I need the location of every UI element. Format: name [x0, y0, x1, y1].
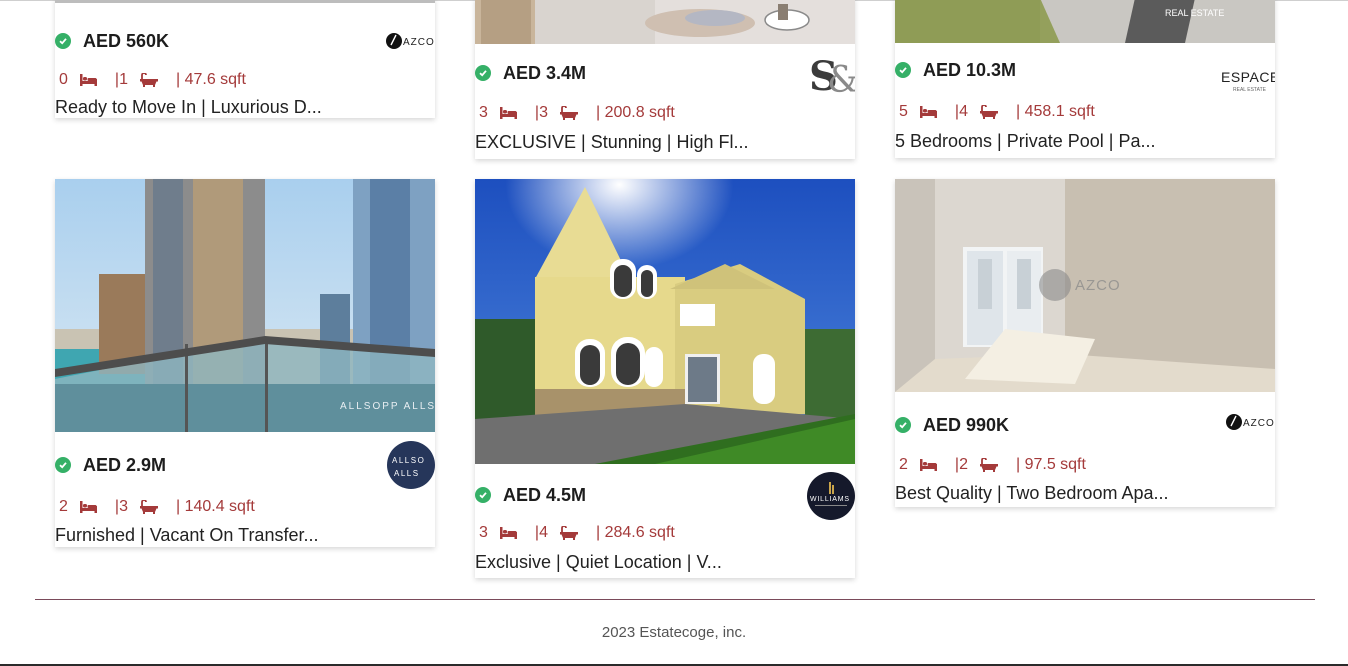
- listing-card[interactable]: AED 4.5M WILLIAMS 3 |4 | 284.6 sqft Excl…: [475, 179, 855, 578]
- grid-icon: [1106, 458, 1120, 472]
- footer-divider: [35, 599, 1315, 600]
- listing-card[interactable]: ALLSOPP ALLSOPP AED 2.9M ALLSO ALLS 2 |3: [55, 179, 435, 547]
- verified-icon: [55, 457, 71, 473]
- area-size: | 284.6 sqft: [595, 524, 675, 541]
- listing-price: AED 560K: [83, 30, 170, 51]
- listing-card[interactable]: AED 3.4M S & 3 |3 | 200.8 sqft EXCLUSIVE…: [475, 0, 855, 159]
- listing-title[interactable]: Best Quality | Two Bedroom Apa...: [895, 483, 1168, 504]
- bathtub-icon: [139, 73, 158, 87]
- listing-card[interactable]: REAL ESTATE AED 10.3M ESPACE REAL ESTATE…: [895, 0, 1275, 158]
- listing-price: AED 2.9M: [83, 454, 167, 475]
- bathtub-icon: [139, 500, 158, 514]
- grid-icon: [695, 526, 709, 540]
- baths-count: |2: [954, 456, 968, 473]
- verified-icon: [475, 487, 491, 503]
- beds-count: 0: [59, 71, 68, 88]
- listing-photo[interactable]: AZCO: [895, 179, 1275, 392]
- beds-count: 5: [899, 103, 908, 120]
- listing-stats: 5 |4 | 458.1 sqft: [895, 101, 1147, 123]
- bed-icon: [79, 74, 97, 86]
- verified-icon: [895, 62, 911, 78]
- bed-icon: [919, 106, 937, 118]
- bed-icon: [79, 501, 97, 513]
- listing-price: AED 10.3M: [923, 59, 1017, 80]
- listing-card[interactable]: AZCO AED 990K AZCO 2 |2 | 97.5 sqft Best…: [895, 179, 1275, 507]
- baths-count: |3: [534, 104, 548, 121]
- footer-copyright: 2023 Estatecoge, inc.: [601, 624, 747, 641]
- agency-logo-text: WILLIAMS: [810, 496, 850, 503]
- listing-stats: 0 |1 | 47.6 sqft: [55, 69, 298, 91]
- svg-text:ALLSO: ALLSO: [392, 456, 425, 465]
- verified-icon: [895, 417, 911, 433]
- area-size: | 97.5 sqft: [1015, 456, 1086, 473]
- baths-count: |4: [534, 524, 548, 541]
- area-size: | 458.1 sqft: [1015, 103, 1095, 120]
- agency-logo[interactable]: ESPACE REAL ESTATE: [1219, 57, 1275, 105]
- agency-logo[interactable]: ALLSO ALLS: [387, 441, 435, 489]
- area-size: | 140.4 sqft: [175, 498, 255, 515]
- photo-watermark: ALLSOPP ALLSOPP: [340, 401, 435, 412]
- agency-logo-text: AZCO: [1243, 418, 1275, 429]
- agency-logo[interactable]: AZCO: [385, 17, 435, 65]
- verified-icon: [55, 33, 71, 49]
- bathtub-icon: [979, 105, 998, 119]
- listing-photo[interactable]: [475, 0, 855, 44]
- listing-price: AED 990K: [923, 414, 1010, 435]
- beds-count: 2: [899, 456, 908, 473]
- beds-count: 3: [479, 524, 488, 541]
- bed-icon: [499, 107, 517, 119]
- photo-watermark-text: REAL ESTATE: [1165, 8, 1224, 18]
- baths-count: |1: [114, 71, 128, 88]
- listing-photo[interactable]: REAL ESTATE: [895, 0, 1275, 43]
- svg-text:ALLS: ALLS: [394, 469, 420, 478]
- listing-stats: 3 |3 | 200.8 sqft: [475, 102, 727, 124]
- beds-count: 3: [479, 104, 488, 121]
- agency-logo-subtext: REAL ESTATE: [1233, 87, 1267, 93]
- listing-title[interactable]: 5 Bedrooms | Private Pool | Pa...: [895, 131, 1155, 152]
- listing-price: AED 3.4M: [503, 62, 587, 83]
- beds-count: 2: [59, 498, 68, 515]
- area-size: | 200.8 sqft: [595, 104, 675, 121]
- baths-count: |3: [114, 498, 128, 515]
- listing-photo[interactable]: [475, 179, 855, 464]
- bed-icon: [499, 527, 517, 539]
- listing-title[interactable]: Furnished | Vacant On Transfer...: [55, 525, 318, 546]
- photo-watermark: AZCO: [1075, 277, 1121, 294]
- grid-icon: [695, 106, 709, 120]
- bed-icon: [919, 459, 937, 471]
- listing-title[interactable]: EXCLUSIVE | Stunning | High Fl...: [475, 132, 748, 153]
- listing-card[interactable]: AED 560K AZCO 0 |1 | 47.6 sqft Ready to …: [55, 0, 435, 118]
- grid-icon: [275, 500, 289, 514]
- listing-title[interactable]: Exclusive | Quiet Location | V...: [475, 552, 722, 573]
- listing-title[interactable]: Ready to Move In | Luxurious D...: [55, 97, 322, 118]
- bathtub-icon: [979, 458, 998, 472]
- svg-text:AZCO: AZCO: [403, 37, 435, 48]
- grid-icon: [266, 73, 280, 87]
- bathtub-icon: [559, 526, 578, 540]
- listing-photo[interactable]: ALLSOPP ALLSOPP: [55, 179, 435, 432]
- area-size: | 47.6 sqft: [175, 71, 246, 88]
- agency-logo-text: ESPACE: [1221, 69, 1275, 85]
- grid-icon: [1115, 105, 1129, 119]
- listing-stats: 2 |2 | 97.5 sqft: [895, 454, 1138, 476]
- bathtub-icon: [559, 106, 578, 120]
- baths-count: |4: [954, 103, 968, 120]
- agency-logo[interactable]: AZCO: [1225, 398, 1275, 446]
- listing-stats: 2 |3 | 140.4 sqft: [55, 496, 307, 518]
- listing-stats: 3 |4 | 284.6 sqft: [475, 522, 727, 544]
- verified-icon: [475, 65, 491, 81]
- agency-logo[interactable]: S &: [807, 50, 855, 98]
- svg-text:&: &: [827, 60, 855, 98]
- agency-logo[interactable]: WILLIAMS: [807, 472, 855, 520]
- listing-price: AED 4.5M: [503, 484, 587, 505]
